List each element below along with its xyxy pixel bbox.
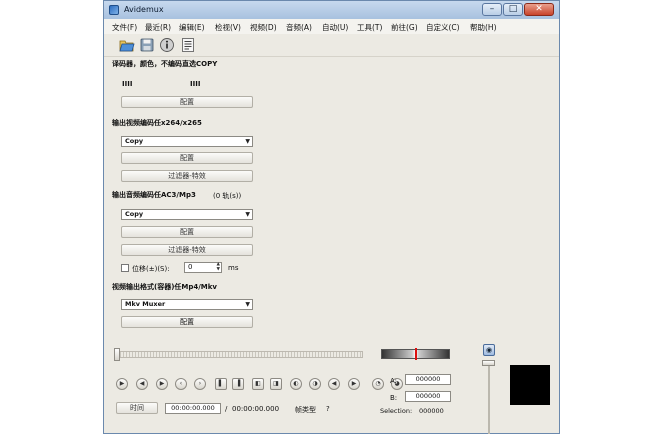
- menu-auto[interactable]: 自动(U): [322, 22, 348, 33]
- window-title: Avidemux: [124, 5, 164, 14]
- audio-shift-unit: ms: [228, 264, 239, 272]
- previous-keyframe-icon[interactable]: ▌: [215, 378, 227, 390]
- menu-audio[interactable]: 音频(A): [286, 22, 312, 33]
- audio-shift-label: 位移(±)(S):: [132, 265, 170, 273]
- audio-shift-value: 0: [188, 263, 193, 271]
- avidemux-window: Avidemux – □ ✕ 文件(F) 最近(R) 编辑(E) 检视(V) 视…: [103, 0, 560, 434]
- menu-edit[interactable]: 编辑(E): [179, 22, 205, 33]
- maximize-button[interactable]: □: [503, 3, 523, 16]
- previous-black-frame-icon[interactable]: ◐: [290, 378, 302, 390]
- volume-marker[interactable]: [415, 348, 417, 360]
- menu-help[interactable]: 帮助(H): [470, 22, 497, 33]
- info-icon[interactable]: [159, 37, 175, 53]
- menu-video[interactable]: 视频(D): [250, 22, 277, 33]
- goto-marker-a-icon[interactable]: ◔: [372, 378, 384, 390]
- video-preview: [510, 365, 550, 405]
- decoder-config-button[interactable]: 配置: [121, 96, 253, 108]
- previous-frame-icon[interactable]: ‹: [175, 378, 187, 390]
- decoder-audio-label: IIII: [190, 80, 201, 88]
- audio-config-button[interactable]: 配置: [121, 226, 253, 238]
- muxer-value: Mkv Muxer: [125, 300, 166, 308]
- marker-a-field: 000000: [405, 374, 451, 385]
- selection-label: Selection:: [380, 407, 413, 415]
- vertical-slider-thumb[interactable]: [482, 360, 495, 366]
- title-bar[interactable]: Avidemux – □ ✕: [104, 1, 559, 19]
- goto-last-frame-icon[interactable]: ▶: [348, 378, 360, 390]
- menu-recent[interactable]: 最近(R): [145, 22, 171, 33]
- rewind-icon[interactable]: ◀: [136, 378, 148, 390]
- marker-b-field: 000000: [405, 391, 451, 402]
- muxer-config-button[interactable]: 配置: [121, 316, 253, 328]
- chevron-down-icon: ▼: [245, 301, 250, 308]
- video-codec-select[interactable]: Copy ▼: [121, 136, 253, 147]
- muxer-select[interactable]: Mkv Muxer ▼: [121, 299, 253, 310]
- next-keyframe-icon[interactable]: ▐: [232, 378, 244, 390]
- save-icon[interactable]: [139, 37, 155, 53]
- audio-filters-button[interactable]: 过滤器-特效: [121, 244, 253, 256]
- menu-tools[interactable]: 工具(T): [357, 22, 382, 33]
- audio-shift-checkbox[interactable]: [121, 264, 129, 272]
- set-marker-a-icon[interactable]: ◧: [252, 378, 264, 390]
- current-time-field[interactable]: 00:00:00.000: [165, 403, 221, 414]
- properties-icon[interactable]: [180, 37, 196, 53]
- video-config-button[interactable]: 配置: [121, 152, 253, 164]
- menu-file[interactable]: 文件(F): [112, 22, 137, 33]
- marker-b-label: B:: [390, 394, 398, 402]
- zoom-toggle-icon[interactable]: ◉: [483, 344, 495, 356]
- vertical-slider[interactable]: [488, 364, 490, 434]
- frame-type-value: ?: [326, 405, 330, 413]
- audio-output-title: 输出音频编码任AC3/Mp3: [112, 191, 196, 199]
- minimize-button[interactable]: –: [482, 3, 502, 16]
- avidemux-logo-icon: [109, 5, 119, 15]
- audio-track-count: (0 轨(s)): [213, 192, 242, 200]
- video-output-title: 输出视频编码任x264/x265: [112, 119, 202, 127]
- total-time: 00:00:00.000: [232, 405, 280, 413]
- menu-bar: 文件(F) 最近(R) 编辑(E) 检视(V) 视频(D) 音频(A) 自动(U…: [104, 19, 559, 35]
- video-codec-value: Copy: [125, 137, 144, 145]
- menu-go[interactable]: 前往(G): [391, 22, 418, 33]
- open-folder-icon[interactable]: [119, 37, 135, 53]
- time-separator: /: [225, 405, 228, 413]
- audio-codec-select[interactable]: Copy ▼: [121, 209, 253, 220]
- next-frame-icon[interactable]: ›: [194, 378, 206, 390]
- set-marker-b-icon[interactable]: ◨: [270, 378, 282, 390]
- audio-shift-input[interactable]: 0 ▲ ▼: [184, 262, 222, 273]
- play-icon[interactable]: ▶: [116, 378, 128, 390]
- timeline-slider-thumb[interactable]: [114, 348, 120, 361]
- toolbar: [104, 34, 559, 57]
- time-button[interactable]: 时间: [116, 402, 158, 414]
- fast-forward-icon[interactable]: ▶: [156, 378, 168, 390]
- next-black-frame-icon[interactable]: ◑: [309, 378, 321, 390]
- menu-view[interactable]: 检视(V): [215, 22, 241, 33]
- selection-value: 000000: [419, 407, 444, 415]
- decoder-video-label: IIII: [122, 80, 133, 88]
- timeline-slider[interactable]: [116, 351, 363, 358]
- format-output-title: 视频输出格式(容器)任Mp4/Mkv: [112, 283, 217, 291]
- close-button[interactable]: ✕: [524, 3, 554, 16]
- audio-codec-value: Copy: [125, 210, 144, 218]
- frame-type-label: 帧类型: [295, 406, 316, 414]
- menu-custom[interactable]: 自定义(C): [426, 22, 460, 33]
- decoder-section-title: 译码器，颜色，不编码直选COPY: [112, 60, 218, 68]
- marker-a-label: A:: [390, 377, 398, 385]
- goto-first-frame-icon[interactable]: ◀: [328, 378, 340, 390]
- chevron-down-icon: ▼: [245, 138, 250, 145]
- video-filters-button[interactable]: 过滤器-特效: [121, 170, 253, 182]
- spin-arrows-icon[interactable]: ▲ ▼: [217, 262, 220, 272]
- chevron-down-icon: ▼: [245, 211, 250, 218]
